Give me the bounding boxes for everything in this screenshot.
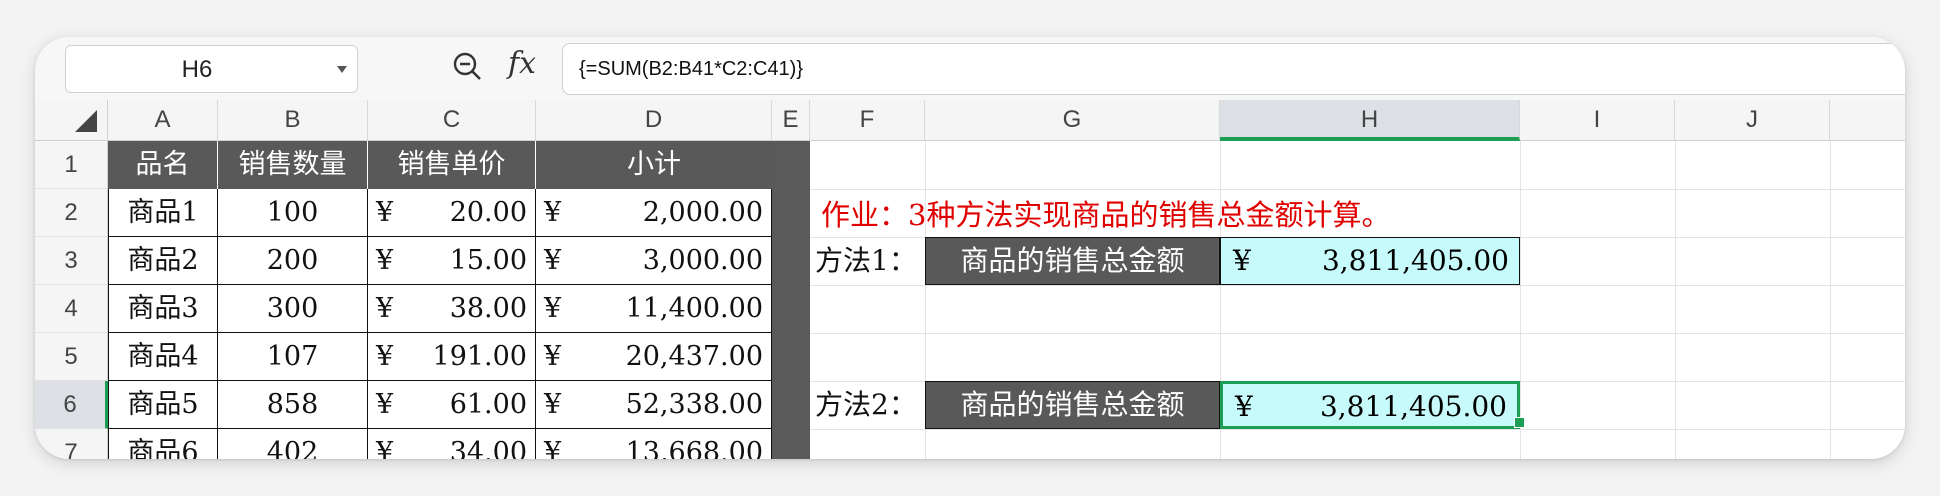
cell-value: 13,668.00: [625, 437, 763, 459]
select-all-icon: [75, 110, 97, 132]
row-header-6[interactable]: 6: [35, 381, 108, 429]
cell-c2[interactable]: ¥20.00: [368, 189, 536, 237]
column-header-h[interactable]: H: [1220, 100, 1520, 141]
cell-d6[interactable]: ¥52,338.00: [536, 381, 772, 429]
cell-b5[interactable]: 107: [218, 333, 368, 381]
spreadsheet-window: H6 fx {=SUM(B2:B41*C2:C41)} A B C D E F …: [35, 37, 1905, 459]
cell-a7[interactable]: 商品6: [108, 429, 218, 459]
column-header-j[interactable]: J: [1675, 100, 1830, 141]
cell-value: 52,338.00: [625, 389, 763, 420]
column-header-e[interactable]: E: [772, 100, 810, 141]
cell-a1[interactable]: 品名: [108, 141, 218, 189]
currency-symbol: ¥: [544, 389, 562, 420]
cell-value: 38.00: [449, 293, 527, 324]
cell-b1[interactable]: 销售数量: [218, 141, 368, 189]
cell-d7[interactable]: ¥13,668.00: [536, 429, 772, 459]
cell-a3[interactable]: 商品2: [108, 237, 218, 285]
zoom-out-icon[interactable]: [450, 49, 486, 85]
cell-value: 15.00: [449, 245, 527, 276]
name-box[interactable]: H6: [65, 45, 358, 93]
currency-symbol: ¥: [376, 197, 394, 228]
result-value: 3,811,405.00: [1319, 390, 1507, 423]
currency-symbol: ¥: [376, 389, 394, 420]
row-header-4[interactable]: 4: [35, 285, 108, 333]
row-header-3[interactable]: 3: [35, 237, 108, 285]
column-header-f[interactable]: F: [810, 100, 925, 141]
method-1-result[interactable]: ¥ 3,811,405.00: [1220, 237, 1520, 285]
currency-symbol: ¥: [544, 437, 562, 459]
method-2-caption[interactable]: 商品的销售总金额: [925, 381, 1220, 429]
cell-a5[interactable]: 商品4: [108, 333, 218, 381]
gridline: [810, 189, 1905, 190]
cell-c5[interactable]: ¥191.00: [368, 333, 536, 381]
cell-b2[interactable]: 100: [218, 189, 368, 237]
cell-b6[interactable]: 858: [218, 381, 368, 429]
cell-b3[interactable]: 200: [218, 237, 368, 285]
cell-d5[interactable]: ¥20,437.00: [536, 333, 772, 381]
cell-c6[interactable]: ¥61.00: [368, 381, 536, 429]
method-1-caption[interactable]: 商品的销售总金额: [925, 237, 1220, 285]
method-1-label[interactable]: 方法1：: [815, 237, 917, 285]
cell-b4[interactable]: 300: [218, 285, 368, 333]
row-header-5[interactable]: 5: [35, 333, 108, 381]
column-header-g[interactable]: G: [925, 100, 1220, 141]
cell-value: 61.00: [449, 389, 527, 420]
cell-c1[interactable]: 销售单价: [368, 141, 536, 189]
row-header-1[interactable]: 1: [35, 141, 108, 189]
cell-d4[interactable]: ¥11,400.00: [536, 285, 772, 333]
formula-toolbar: H6 fx {=SUM(B2:B41*C2:C41)}: [35, 37, 1905, 100]
column-header-d[interactable]: D: [536, 100, 772, 141]
column-header-k[interactable]: K: [1830, 100, 1905, 141]
cell-a4[interactable]: 商品3: [108, 285, 218, 333]
gridline: [810, 285, 1905, 286]
result-value: 3,811,405.00: [1321, 244, 1509, 277]
fx-icon[interactable]: fx: [508, 46, 536, 81]
assignment-note[interactable]: 作业：3种方法实现商品的销售总金额计算。: [821, 191, 1390, 239]
column-header-c[interactable]: C: [368, 100, 536, 141]
cell-value: 3,000.00: [642, 245, 763, 276]
cell-value: 20,437.00: [625, 341, 763, 372]
cell-c4[interactable]: ¥38.00: [368, 285, 536, 333]
currency-symbol: ¥: [544, 197, 562, 228]
formula-text: {=SUM(B2:B41*C2:C41)}: [579, 58, 804, 80]
currency-symbol: ¥: [376, 437, 394, 459]
cell-value: 34.00: [449, 437, 527, 459]
cell-value: 11,400.00: [625, 293, 763, 324]
method-2-result-active-cell[interactable]: ¥ 3,811,405.00: [1220, 381, 1520, 429]
cell-d2[interactable]: ¥2,000.00: [536, 189, 772, 237]
column-header-i[interactable]: I: [1520, 100, 1675, 141]
cell-value: 191.00: [432, 341, 527, 372]
currency-symbol: ¥: [1235, 390, 1253, 423]
cell-value: 2,000.00: [642, 197, 763, 228]
gridline: [810, 333, 1905, 334]
formula-input[interactable]: {=SUM(B2:B41*C2:C41)}: [562, 43, 1905, 95]
cell-a2[interactable]: 商品1: [108, 189, 218, 237]
currency-symbol: ¥: [376, 245, 394, 276]
select-all-corner[interactable]: [35, 100, 108, 141]
cell-d3[interactable]: ¥3,000.00: [536, 237, 772, 285]
cell-b7[interactable]: 402: [218, 429, 368, 459]
currency-symbol: ¥: [544, 293, 562, 324]
column-header-a[interactable]: A: [108, 100, 218, 141]
cell-c7[interactable]: ¥34.00: [368, 429, 536, 459]
column-e-fill: [772, 141, 810, 459]
currency-symbol: ¥: [544, 245, 562, 276]
cell-d1[interactable]: 小计: [536, 141, 772, 189]
cell-a6[interactable]: 商品5: [108, 381, 218, 429]
cell-value: 20.00: [449, 197, 527, 228]
row-header-7[interactable]: 7: [35, 429, 108, 459]
currency-symbol: ¥: [376, 341, 394, 372]
name-box-value: H6: [181, 56, 213, 83]
column-header-b[interactable]: B: [218, 100, 368, 141]
fill-handle[interactable]: [1514, 417, 1525, 428]
currency-symbol: ¥: [544, 341, 562, 372]
row-header-2[interactable]: 2: [35, 189, 108, 237]
currency-symbol: ¥: [1233, 244, 1251, 277]
cell-c3[interactable]: ¥15.00: [368, 237, 536, 285]
currency-symbol: ¥: [376, 293, 394, 324]
method-2-label[interactable]: 方法2：: [815, 381, 917, 429]
chevron-down-icon[interactable]: [337, 66, 347, 73]
